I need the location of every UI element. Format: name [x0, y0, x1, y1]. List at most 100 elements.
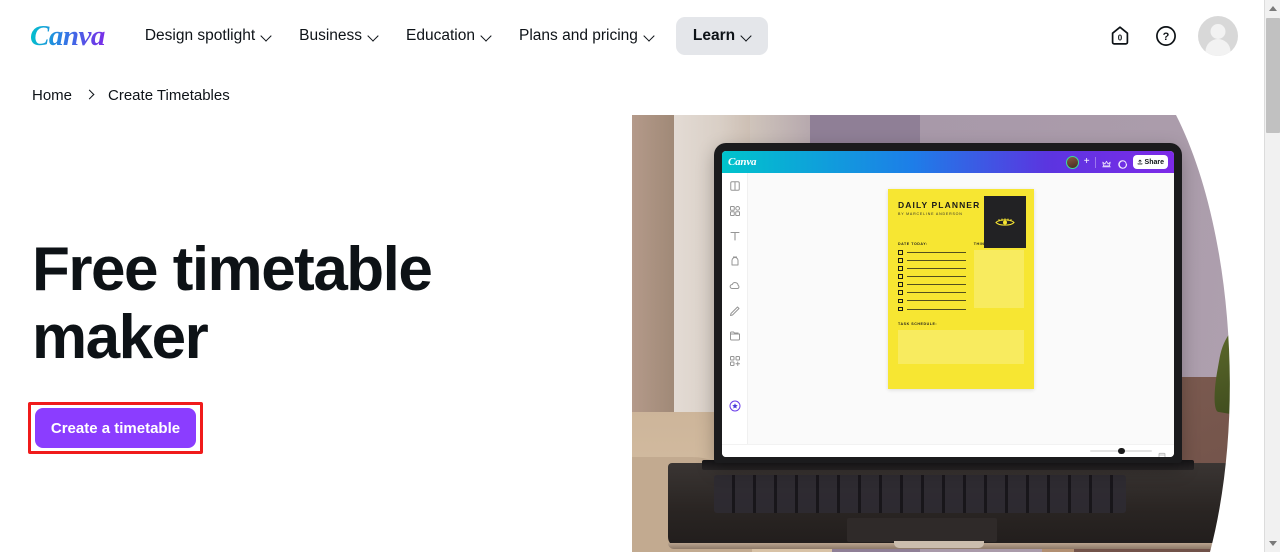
projects-icon — [729, 329, 741, 341]
write-line — [906, 308, 966, 310]
laptop-screen-lid: Canva + Share DAILY PLANNER BY MARCELINE… — [714, 143, 1182, 463]
home-icon[interactable]: 0 — [1106, 22, 1134, 50]
page-title: Free timetable maker — [32, 236, 592, 372]
editor-bottom-bar — [722, 444, 1174, 457]
planner-row — [898, 258, 966, 263]
laptop-base-notch — [894, 541, 984, 548]
canva-editor-screen: Canva + Share DAILY PLANNER BY MARCELINE… — [722, 151, 1174, 457]
design-icon — [729, 179, 741, 191]
checkbox-icon — [898, 258, 903, 263]
editor-divider — [1094, 156, 1096, 168]
zoom-slider — [1090, 447, 1152, 455]
nav-item-learn[interactable]: Learn — [675, 17, 769, 55]
svg-text:?: ? — [1163, 31, 1170, 43]
editor-body: DAILY PLANNER BY MARCELINE ANDERSON DATE… — [722, 173, 1174, 444]
scroll-down-arrow[interactable] — [1265, 535, 1280, 552]
chevron-down-icon — [742, 32, 751, 41]
write-line — [906, 260, 966, 261]
planner-row — [898, 274, 966, 279]
upload-share-icon — [1137, 159, 1142, 165]
chevron-down-icon — [645, 32, 654, 41]
eye-icon — [995, 217, 1015, 226]
editor-top-bar: Canva + Share — [722, 151, 1174, 173]
elements-icon — [729, 204, 741, 216]
checkbox-icon — [898, 282, 903, 287]
comment-icon — [1117, 157, 1128, 169]
nav-label: Business — [299, 27, 363, 44]
nav-item-design-spotlight[interactable]: Design spotlight — [131, 19, 285, 53]
page-title-line-2: maker — [32, 303, 209, 372]
write-line — [906, 292, 966, 294]
planner-row — [898, 250, 966, 255]
nav-item-business[interactable]: Business — [285, 19, 392, 53]
nav-label: Plans and pricing — [519, 27, 638, 44]
scroll-up-arrow[interactable] — [1265, 0, 1280, 17]
checkbox-icon — [898, 298, 903, 304]
planner-row — [898, 298, 966, 304]
hero-text-block: Free timetable maker — [32, 236, 592, 372]
vertical-scrollbar[interactable] — [1264, 0, 1280, 552]
write-line — [906, 251, 966, 253]
write-line — [906, 268, 966, 269]
write-line — [906, 284, 966, 285]
hero-image: Canva + Share DAILY PLANNER BY MARCELINE… — [632, 115, 1264, 552]
brand-icon — [729, 254, 741, 266]
chevron-right-icon — [86, 91, 94, 99]
nav-label: Education — [406, 27, 475, 44]
crown-icon — [1101, 157, 1112, 168]
checkbox-icon — [898, 274, 903, 279]
planner-date-column: DATE TODAY: — [898, 242, 966, 315]
breadcrumb: Home Create Timetables — [0, 74, 1264, 116]
checkbox-icon — [898, 306, 903, 312]
apps-icon — [729, 354, 741, 366]
editor-left-rail — [722, 173, 748, 444]
planner-schedule-box — [898, 329, 1024, 364]
editor-canvas: DAILY PLANNER BY MARCELINE ANDERSON DATE… — [748, 173, 1174, 444]
help-question-icon[interactable]: ? — [1152, 22, 1180, 50]
magic-icon — [729, 399, 741, 412]
editor-canva-logo: Canva — [728, 156, 757, 168]
editor-user-avatar — [1065, 155, 1079, 169]
nav-item-plans-and-pricing[interactable]: Plans and pricing — [505, 19, 668, 53]
nav-item-education[interactable]: Education — [392, 19, 505, 53]
primary-nav: Design spotlight Business Education Plan… — [131, 17, 769, 55]
laptop-trackpad — [847, 518, 997, 542]
planner-row — [898, 290, 966, 295]
zoom-slider-handle — [1118, 447, 1125, 455]
svg-text:0: 0 — [1118, 33, 1123, 42]
planner-todo-box — [973, 250, 1024, 308]
planner-columns: DATE TODAY: THINGS — [898, 242, 1024, 315]
nav-label: Learn — [692, 27, 736, 44]
create-a-timetable-button[interactable]: Create a timetable — [35, 408, 196, 448]
nav-label: Design spotlight — [144, 27, 256, 44]
editor-share-label: Share — [1144, 158, 1164, 166]
checkbox-icon — [898, 290, 903, 295]
checkbox-icon — [898, 250, 903, 255]
draw-icon — [729, 304, 741, 316]
checkbox-icon — [898, 266, 903, 271]
page-title-line-1: Free timetable — [32, 235, 433, 304]
planner-row — [898, 306, 966, 312]
planner-todo-column: THINGS TO DO: — [973, 242, 1024, 315]
editor-share-button: Share — [1132, 155, 1168, 169]
scroll-thumb[interactable] — [1266, 18, 1280, 133]
breadcrumb-home[interactable]: Home — [32, 87, 72, 104]
daily-planner-design: DAILY PLANNER BY MARCELINE ANDERSON DATE… — [888, 189, 1034, 389]
editor-top-actions: + Share — [1065, 155, 1168, 169]
write-line — [906, 300, 966, 302]
top-navigation-bar: Canva Design spotlight Business Educatio… — [0, 0, 1264, 72]
user-avatar[interactable] — [1198, 16, 1238, 56]
planner-row — [898, 282, 966, 287]
planner-label-schedule: TASK SCHEDULE: — [898, 321, 938, 326]
chevron-down-icon — [369, 32, 378, 41]
canva-logo[interactable]: Canva — [30, 20, 105, 53]
planner-schedule-section: TASK SCHEDULE: — [898, 322, 1024, 364]
nav-right-actions: 0 ? — [1106, 16, 1264, 56]
write-line — [906, 276, 966, 277]
text-icon — [729, 229, 741, 241]
uploads-icon — [729, 279, 741, 291]
planner-row — [898, 266, 966, 271]
planner-logo-badge — [984, 196, 1026, 248]
breadcrumb-current: Create Timetables — [108, 86, 230, 104]
pages-icon — [1158, 447, 1166, 457]
